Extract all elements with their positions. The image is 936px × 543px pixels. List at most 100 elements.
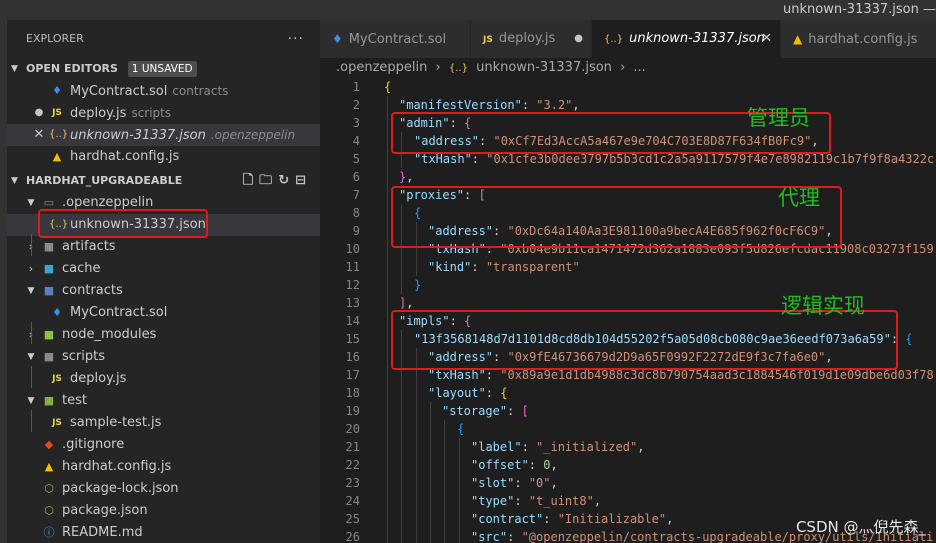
unsaved-dot-icon[interactable]: ● [31,102,47,124]
open-editor-desc: contracts [172,84,229,98]
tree-folder-scripts[interactable]: ▼ ■ scripts [7,346,320,368]
tab-label: unknown-31337.json [629,31,765,46]
tab-label: MyContract.sol [348,32,447,47]
explorer-sidebar: EXPLORER ··· ▼ OPEN EDITORS 1 UNSAVED ♦ … [7,20,320,543]
chevron-down-icon[interactable]: ▼ [11,170,18,192]
json-key: "type" [471,494,515,508]
close-icon[interactable]: ✕ [31,124,47,146]
solidity-file-icon: ♦ [332,32,343,46]
tree-item-label: MyContract.sol [70,305,168,320]
tab-mycontract[interactable]: ♦ MyContract.sol [320,20,470,58]
json-file-icon: {..} [604,34,624,45]
json-key: "storage" [442,404,508,418]
breadcrumb: .openzeppelin › {..} unknown-31337.json … [320,58,936,78]
json-string: "Initializable" [557,512,667,526]
new-folder-icon[interactable]: 🗀 [259,173,278,188]
chevron-right-icon: › [620,60,626,75]
indent-guide [459,438,460,543]
breadcrumb-file[interactable]: unknown-31337.json [476,60,612,75]
chevron-down-icon[interactable]: ▼ [23,280,39,302]
line-number: 23 [345,476,360,490]
hardhat-file-icon: ▲ [44,460,54,473]
tree-file-readme[interactable]: ⓘ README.md [7,522,320,543]
new-file-icon[interactable]: 🗋 [243,173,259,188]
line-number: 17 [345,368,360,382]
tree-file-deploy[interactable]: JS deploy.js [7,368,320,390]
json-key: "contract" [471,512,544,526]
breadcrumb-folder[interactable]: .openzeppelin [336,60,427,75]
json-file-icon: {..} [448,63,468,74]
open-editor-desc: .openzeppelin [210,128,296,142]
open-editor-item[interactable]: ● JS deploy.js scripts [7,102,320,124]
open-editors-section[interactable]: ▼ OPEN EDITORS 1 UNSAVED [7,58,320,80]
chevron-down-icon[interactable]: ▼ [23,346,39,368]
javascript-file-icon: JS [52,418,62,428]
line-number: 1 [352,80,360,94]
git-file-icon: ◆ [44,438,54,451]
tree-file-hardhat-config[interactable]: ▲ hardhat.config.js [7,456,320,478]
open-editor-item-active[interactable]: ✕ {..} unknown-31337.json .openzeppelin [7,124,320,146]
tab-label: deploy.js [498,31,556,46]
tree-item-label: hardhat.config.js [62,459,172,474]
more-actions-icon[interactable]: ··· [288,20,304,58]
json-key: "kind" [428,260,472,274]
unsaved-dot-icon[interactable]: ● [574,20,583,58]
tab-unknown-json[interactable]: {..} unknown-31337.json ✕ [592,20,780,58]
line-number: 9 [352,224,360,238]
tree-item-label: test [62,393,87,408]
line-number: 20 [345,422,360,436]
open-editor-item[interactable]: ♦ MyContract.sol contracts [7,80,320,102]
project-section[interactable]: ▼ HARDHAT_UPGRADEABLE 🗋🗀↻⊟ [7,170,320,192]
refresh-icon[interactable]: ↻ [278,173,295,188]
javascript-file-icon: JS [52,374,62,384]
collapse-all-icon[interactable]: ⊟ [295,173,312,188]
open-editor-item[interactable]: ▲ hardhat.config.js [7,146,320,168]
breadcrumb-more[interactable]: ... [633,60,645,75]
activity-bar [0,20,7,543]
line-number: 11 [345,260,360,274]
line-number: 18 [345,386,360,400]
tree-file-gitignore[interactable]: ◆ .gitignore [7,434,320,456]
tree-item-label: contracts [62,283,123,298]
javascript-file-icon: JS [52,108,62,118]
close-icon[interactable]: ✕ [761,20,772,58]
json-file-icon: {..} [49,129,69,140]
tree-file-mycontract[interactable]: ♦ MyContract.sol [7,302,320,324]
tree-folder-node-modules[interactable]: › ■ node_modules [7,324,320,346]
line-number: 6 [352,170,360,184]
chevron-down-icon[interactable]: ▼ [23,390,39,412]
chevron-down-icon[interactable]: ▼ [23,192,39,214]
chevron-right-icon[interactable]: › [23,258,39,280]
tab-deploy[interactable]: JS deploy.js ● [471,20,591,58]
explorer-header: EXPLORER ··· [7,20,320,58]
tree-item-label: package-lock.json [62,481,179,496]
tree-folder-cache[interactable]: › ■ cache [7,258,320,280]
json-key: "offset" [471,458,529,472]
tree-folder-test[interactable]: ▼ ■ test [7,390,320,412]
indent-guide [31,322,32,344]
chevron-down-icon[interactable]: ▼ [11,58,18,80]
open-editor-name: unknown-31337.json [70,128,206,143]
tree-folder-contracts[interactable]: ▼ ■ contracts [7,280,320,302]
node-file-icon: ⬡ [44,504,54,517]
tree-file-sample-test[interactable]: JS sample-test.js [7,412,320,434]
explorer-tools: 🗋🗀↻⊟ [243,170,312,192]
code-editor[interactable]: 1{ 2 "manifestVersion": "3.2", 3 "admin": … [320,78,936,543]
tree-file-package-lock[interactable]: ⬡ package-lock.json [7,478,320,500]
project-label: HARDHAT_UPGRADEABLE [26,174,183,187]
annotation-proxy: 代理 [778,186,820,210]
explorer-title: EXPLORER [26,32,84,45]
json-key: "slot" [471,476,515,490]
json-string: "t_uint8" [528,494,594,508]
open-editor-name: hardhat.config.js [70,149,180,164]
tree-folder-artifacts[interactable]: › ■ artifacts [7,236,320,258]
tab-label: hardhat.config.js [808,32,918,47]
javascript-file-icon: JS [483,35,493,45]
tree-item-label: node_modules [62,327,157,342]
tree-file-package[interactable]: ⬡ package.json [7,500,320,522]
line-number: 10 [345,242,360,256]
indent-guide [31,234,32,256]
window-title: unknown-31337.json — [783,2,936,17]
folder-icon: ■ [43,262,55,275]
tab-hardhat-config[interactable]: ▲ hardhat.config.js [781,20,936,58]
